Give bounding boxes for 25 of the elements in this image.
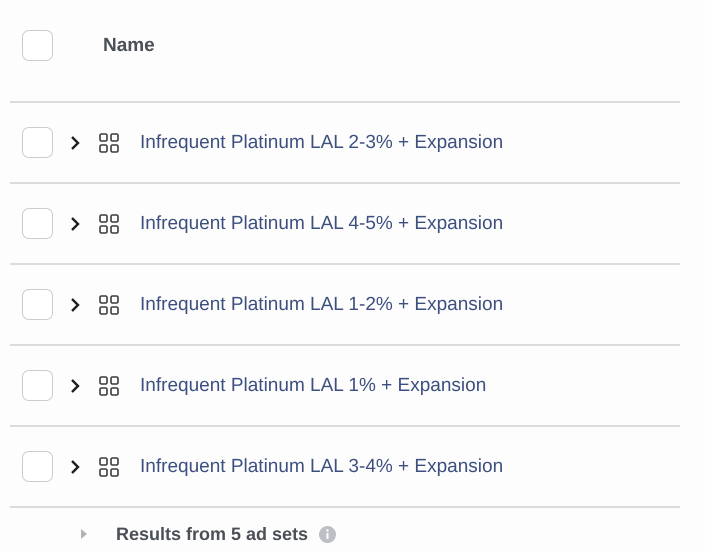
checkbox[interactable] [22, 451, 53, 482]
chevron-icon[interactable] [69, 296, 81, 312]
expand-arrow-icon[interactable] [80, 528, 88, 540]
grid-icon [99, 294, 119, 314]
chevron-icon[interactable] [69, 216, 81, 232]
results-summary: Results from 5 ad sets [116, 524, 308, 544]
checkbox[interactable] [22, 370, 53, 401]
ad-set-link[interactable]: Infrequent Platinum LAL 1% + Expansion [140, 374, 486, 396]
ad-set-link[interactable]: Infrequent Platinum LAL 1-2% + Expansion [140, 294, 504, 316]
column-header[interactable]: Name [103, 34, 155, 56]
grid-icon [99, 456, 119, 476]
grid-icon [99, 132, 119, 152]
chevron-icon[interactable] [69, 134, 81, 150]
chevron-icon[interactable] [69, 458, 81, 474]
grid-icon [99, 376, 119, 396]
info-icon[interactable] [319, 526, 336, 542]
ad-set-link[interactable]: Infrequent Platinum LAL 3-4% + Expansion [140, 456, 504, 478]
ad-set-link[interactable]: Infrequent Platinum LAL 4-5% + Expansion [140, 212, 504, 234]
grid-icon [99, 214, 119, 234]
ad-set-link[interactable]: Infrequent Platinum LAL 2-3% + Expansion [140, 132, 504, 154]
checkbox[interactable] [22, 289, 53, 320]
checkbox[interactable] [22, 208, 53, 239]
checkbox[interactable] [22, 30, 53, 61]
chevron-icon[interactable] [69, 378, 81, 394]
checkbox[interactable] [22, 127, 53, 158]
